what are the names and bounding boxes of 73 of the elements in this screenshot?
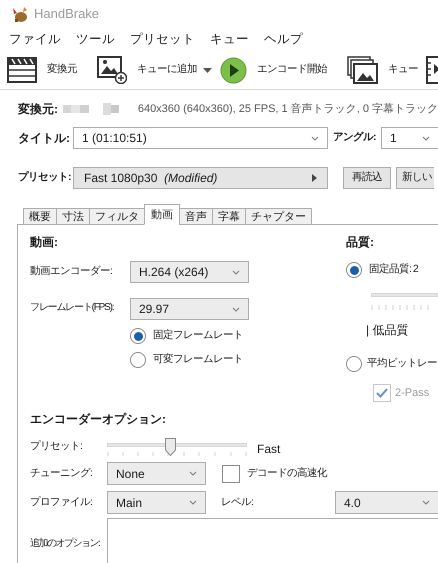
checkbox-label: 2-Pass xyxy=(395,386,430,401)
caret-icon xyxy=(232,270,240,274)
app-logo-icon xyxy=(10,5,28,23)
section-heading: エンコーダーオプション: xyxy=(30,411,167,426)
extra-options-field[interactable] xyxy=(107,518,438,563)
source-label: 変換元: xyxy=(18,101,59,118)
radio-button[interactable] xyxy=(346,356,362,372)
tab[interactable]: チャプター xyxy=(245,208,312,225)
caret-icon xyxy=(189,500,197,505)
framerate-dropdown[interactable]: 29.97 xyxy=(130,298,249,320)
profile-dropdown[interactable]: Main xyxy=(107,491,206,514)
caret-icon xyxy=(232,306,240,312)
preset-button[interactable]: 再読込 xyxy=(343,167,391,189)
preset-selector[interactable]: Fast 1080p30 (Modified) xyxy=(73,167,328,189)
slider-caption: | 低品質 xyxy=(366,322,410,339)
caret-icon xyxy=(422,136,430,140)
section-heading: 動画: xyxy=(30,234,59,249)
clapperboard-icon xyxy=(7,57,37,83)
radio-label: 固定品質: 2 xyxy=(369,262,418,278)
checkbox-label: デコードの高速化 xyxy=(247,466,327,481)
radio-button[interactable] xyxy=(130,352,146,368)
field-label: フレームレート(FPS): xyxy=(30,301,115,315)
tune-dropdown[interactable]: None xyxy=(107,462,206,485)
source-info: 640x360 (640x360), 25 FPS, 1 音声トラック, 0 字幕トラック xyxy=(138,102,438,117)
field-label: チューニング: xyxy=(30,466,93,481)
menu-item[interactable]: キュー xyxy=(207,30,252,49)
field-label: 追加のオプション: xyxy=(30,536,101,550)
check-icon xyxy=(376,388,388,398)
preset-slider[interactable] xyxy=(107,438,247,456)
preset-button[interactable]: 新しい xyxy=(396,167,434,189)
title-label: タイトル: xyxy=(18,130,71,147)
radio-button[interactable] xyxy=(346,262,362,278)
title-dropdown[interactable]: 1 (01:10:51) xyxy=(73,127,328,149)
field-label: プロファイル: xyxy=(30,494,93,510)
menu-item[interactable]: ファイル xyxy=(6,30,64,49)
menu-item[interactable]: ヘルプ xyxy=(261,30,306,49)
window-title: HandBrake xyxy=(34,5,100,24)
toolbar-button[interactable]: キュー xyxy=(346,53,425,87)
radio-label: 固定フレームレート xyxy=(153,328,243,344)
slider-value: Fast xyxy=(257,441,280,458)
image-add-icon xyxy=(97,56,127,84)
tab[interactable]: 動画 xyxy=(144,204,180,225)
radio-label: 平均ビットレー xyxy=(367,356,437,372)
tab[interactable]: 概要 xyxy=(23,208,57,225)
toolbar-button[interactable]: キューに追加 xyxy=(96,53,219,87)
film-icon xyxy=(426,56,438,84)
encoder-dropdown[interactable]: H.264 (x264) xyxy=(130,261,249,283)
tab[interactable]: 寸法 xyxy=(56,208,90,225)
toolbar-button[interactable]: エンコード開始 xyxy=(219,53,334,87)
caret-icon xyxy=(311,136,319,140)
angle-label: アングル: xyxy=(333,130,376,146)
toolbar-button[interactable]: 変換元 xyxy=(6,53,84,87)
menu-item[interactable]: ツール xyxy=(73,30,118,49)
field-label: 動画エンコーダー: xyxy=(30,264,113,280)
level-dropdown[interactable]: 4.0 xyxy=(335,491,438,514)
menu-item[interactable]: プリセット xyxy=(127,30,198,49)
play-icon xyxy=(220,56,247,84)
checkbox[interactable] xyxy=(222,464,240,482)
preset-label: プリセット: xyxy=(18,170,72,186)
radio-label: 可変フレームレート xyxy=(153,352,243,368)
tab[interactable]: フィルタ xyxy=(89,208,145,225)
tab[interactable]: 字幕 xyxy=(212,208,246,225)
angle-dropdown[interactable]: 1 xyxy=(381,127,438,149)
image-stack-icon xyxy=(347,56,378,84)
toolbar-button[interactable] xyxy=(425,53,438,87)
field-label: レベル: xyxy=(221,494,254,510)
section-heading: 品質: xyxy=(346,234,375,249)
caret-icon xyxy=(189,471,197,476)
field-label: プリセット: xyxy=(30,439,83,454)
submenu-arrow-icon xyxy=(312,174,317,182)
tab[interactable]: 音声 xyxy=(179,208,213,225)
radio-button[interactable] xyxy=(130,328,146,344)
caret-icon xyxy=(422,500,430,505)
